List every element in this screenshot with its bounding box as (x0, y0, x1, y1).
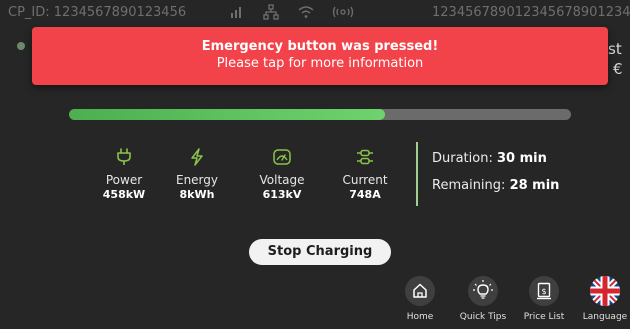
nav-label: Price List (523, 312, 565, 322)
nfc-icon (330, 4, 356, 20)
metric-voltage: Voltage 613kV (240, 147, 324, 201)
metric-label: Voltage (259, 173, 305, 187)
remaining-label: Remaining: (432, 178, 506, 193)
duration-value: 30 min (496, 151, 547, 166)
alert-message: Please tap for more information (216, 56, 424, 71)
background-text-peek: st (608, 40, 622, 58)
metric-label: Power (105, 173, 143, 187)
gauge-icon (272, 147, 292, 167)
serial-number: 12345678901234567890123456 (432, 5, 630, 20)
metric-current: Current 748A (323, 147, 407, 201)
nav-label: Home (406, 312, 434, 322)
plug-icon (114, 147, 134, 167)
svg-text:$: $ (541, 287, 546, 296)
metric-label: Current (342, 173, 388, 187)
uk-flag-icon (590, 276, 620, 306)
metric-value: 8kWh (179, 188, 215, 201)
status-bar: CP_ID: 1234567890123456 1234567890123456… (0, 0, 630, 24)
nav-home[interactable]: Home (385, 276, 455, 322)
nav-label: Quick Tips (459, 312, 507, 322)
metric-value: 458kW (102, 188, 146, 201)
metric-value: 748A (349, 188, 381, 201)
cp-id-label: CP_ID: 1234567890123456 (8, 5, 187, 20)
metric-value: 613kV (262, 188, 302, 201)
alert-title: Emergency button was pressed! (201, 39, 439, 54)
lightning-icon (187, 147, 207, 167)
home-icon (405, 276, 435, 306)
background-indicator-dot (17, 42, 25, 50)
current-icon (355, 147, 375, 167)
signal-icon (228, 4, 246, 20)
charging-progress-bar (69, 109, 571, 120)
price-list-icon: $ (529, 276, 559, 306)
network-icon (262, 4, 280, 20)
metric-label: Energy (175, 173, 218, 187)
nav-quick-tips[interactable]: Quick Tips (448, 276, 518, 322)
metric-energy: Energy 8kWh (155, 147, 239, 201)
nav-language[interactable]: Language (570, 276, 630, 322)
metric-power: Power 458kW (82, 147, 166, 201)
remaining-row: Remaining: 28 min (432, 178, 559, 193)
stop-charging-button[interactable]: Stop Charging (249, 239, 391, 265)
duration-label: Duration: (432, 151, 493, 166)
nav-label: Language (582, 312, 628, 322)
charging-progress-fill (69, 109, 386, 120)
emergency-alert-banner[interactable]: Emergency button was pressed! Please tap… (32, 27, 608, 85)
remaining-value: 28 min (509, 178, 560, 193)
nav-price-list[interactable]: $ Price List (509, 276, 579, 322)
lightbulb-icon (468, 276, 498, 306)
section-divider (416, 142, 418, 206)
wifi-icon (297, 4, 315, 20)
duration-row: Duration: 30 min (432, 151, 547, 166)
background-currency-peek: € (613, 60, 623, 78)
